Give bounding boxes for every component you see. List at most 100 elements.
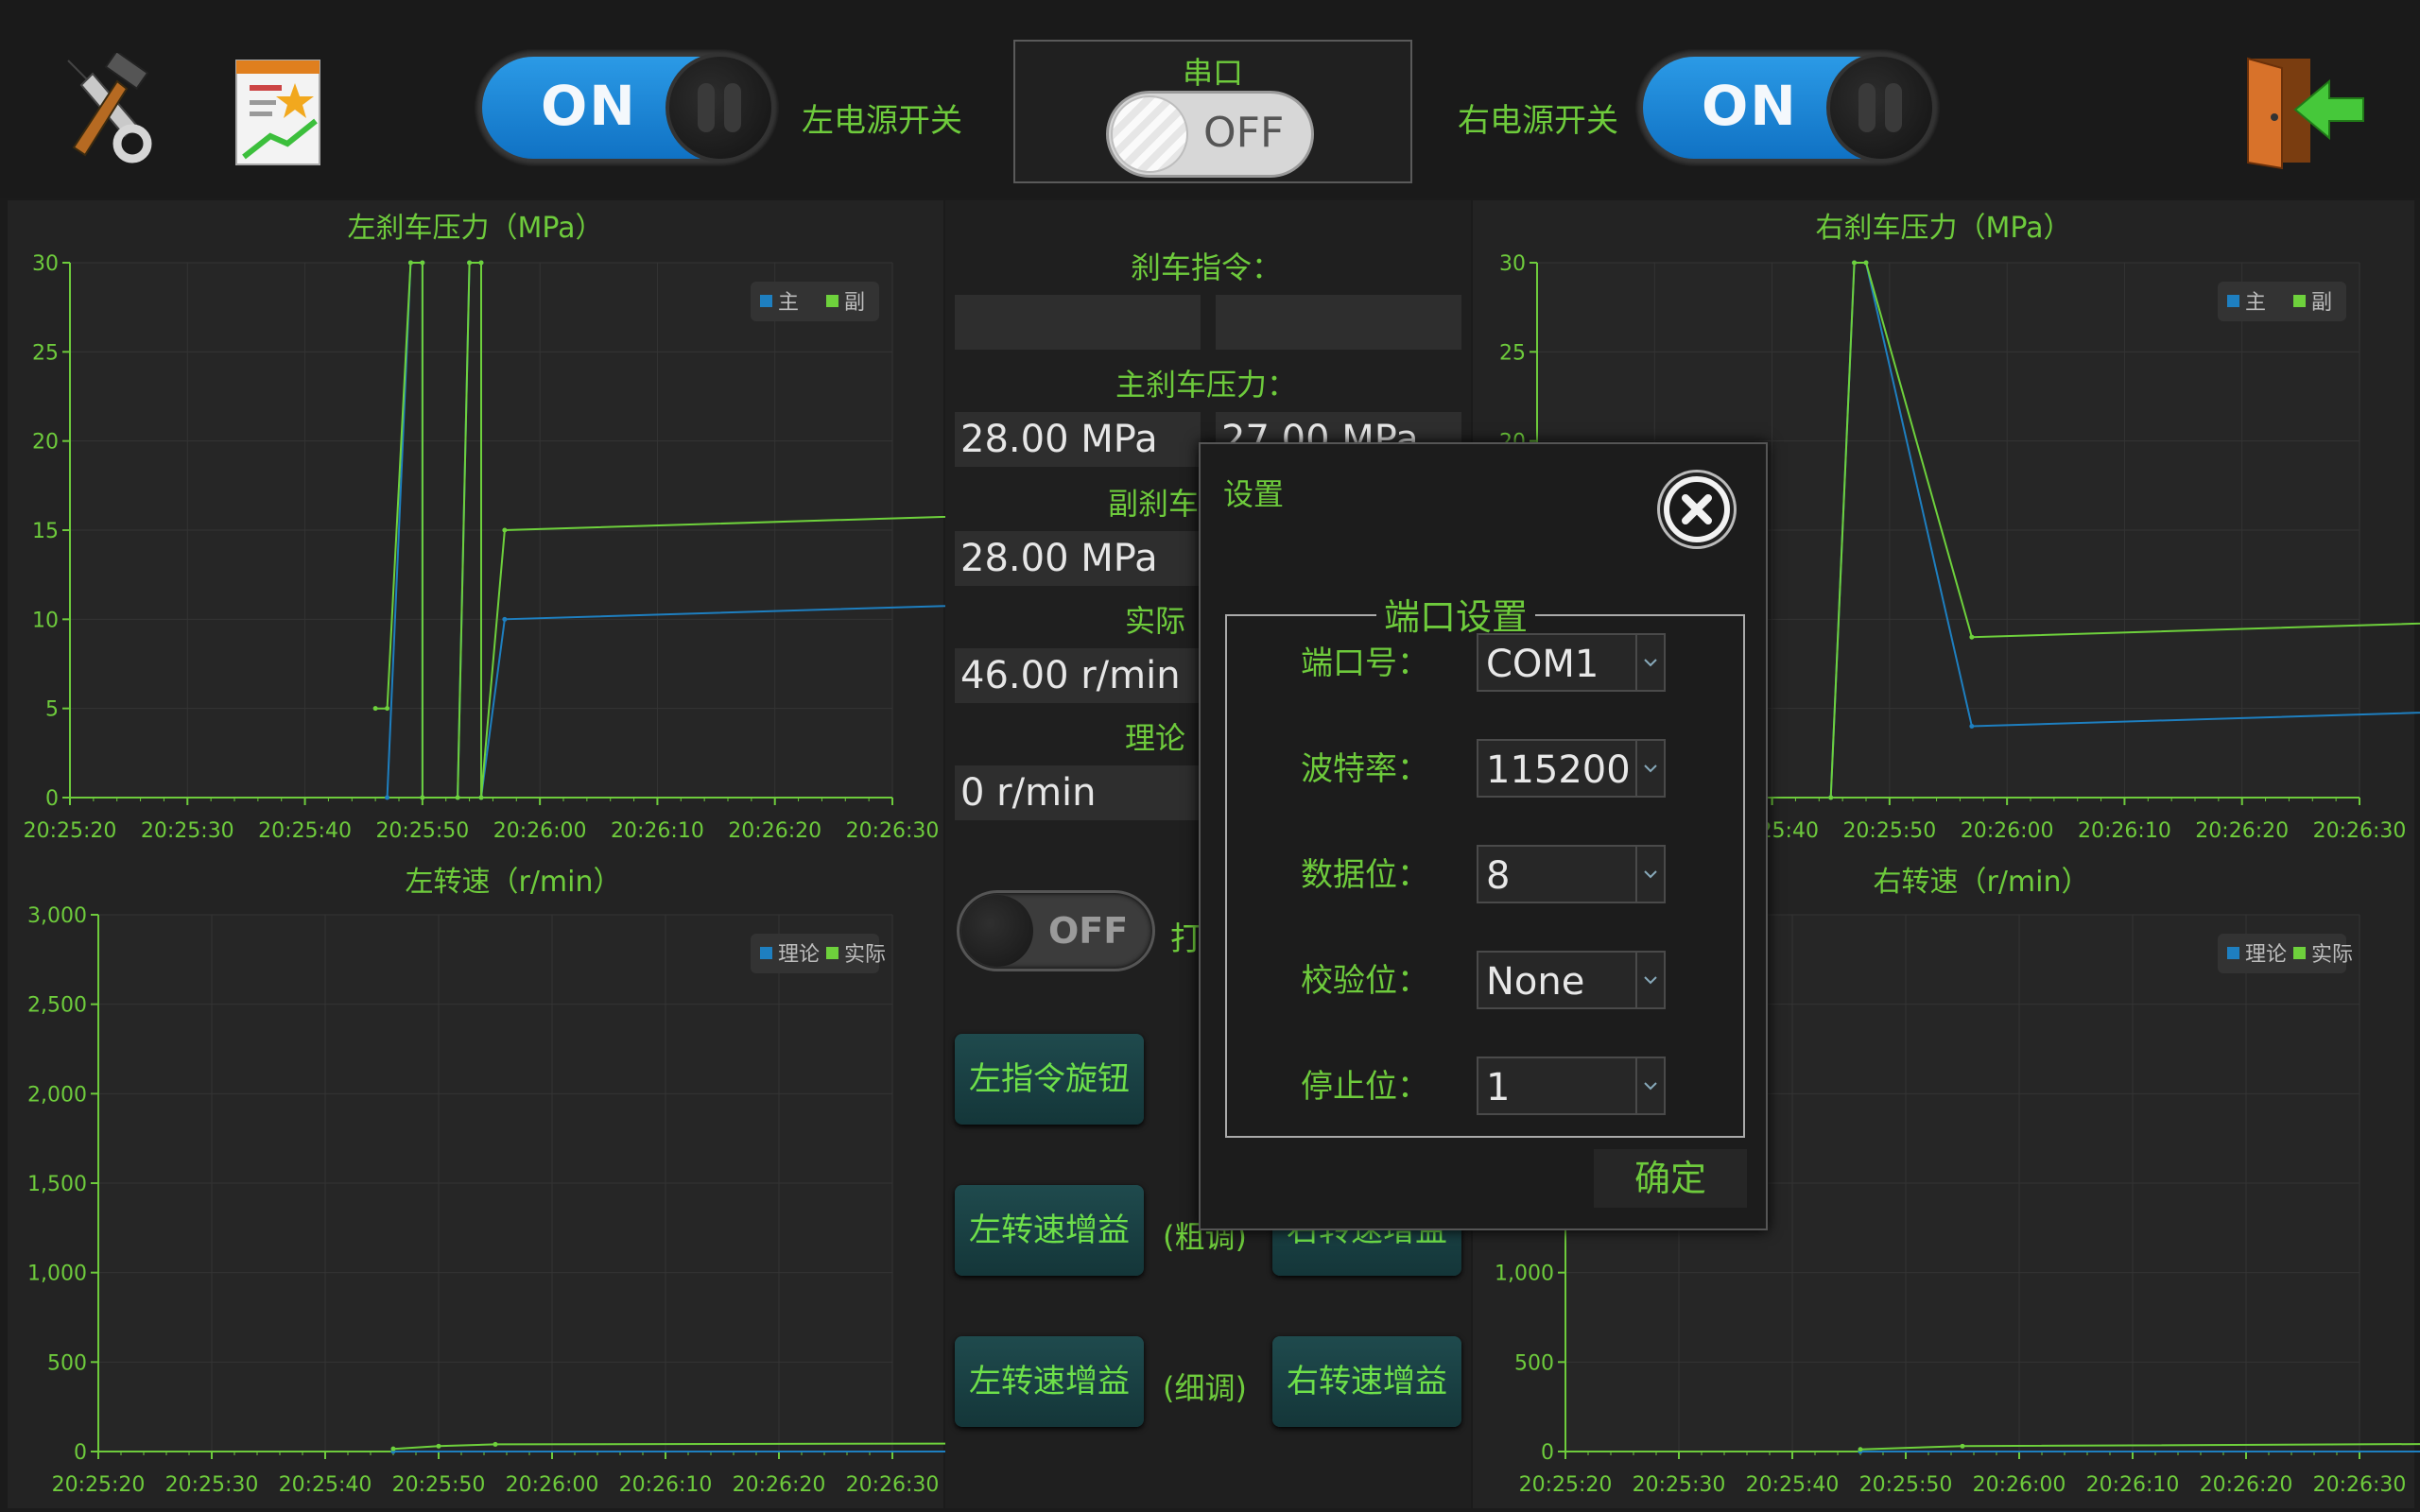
stopbits-label: 停止位： bbox=[1301, 1068, 1429, 1106]
report-icon[interactable] bbox=[233, 53, 327, 168]
fine-label: (细调) bbox=[1163, 1370, 1247, 1406]
serial-toggle[interactable]: OFF bbox=[1106, 91, 1314, 178]
y-tick-label: 2,500 bbox=[27, 994, 87, 1018]
x-tick-label: 20:26:20 bbox=[728, 819, 821, 843]
right-power-toggle[interactable]: ON bbox=[1635, 49, 1940, 166]
data-point bbox=[1828, 795, 1834, 800]
baud-select[interactable]: 115200 bbox=[1477, 739, 1666, 798]
x-tick-label: 20:25:40 bbox=[1746, 1473, 1840, 1497]
x-tick-label: 20:26:30 bbox=[846, 1473, 940, 1497]
y-tick-label: 15 bbox=[32, 520, 59, 543]
data-point bbox=[467, 260, 473, 266]
data-point bbox=[493, 1441, 498, 1447]
x-tick-label: 20:26:30 bbox=[2313, 1473, 2407, 1497]
x-tick-label: 20:25:20 bbox=[1519, 1473, 1613, 1497]
y-tick-label: 0 bbox=[74, 1441, 87, 1465]
y-tick-label: 1,500 bbox=[27, 1173, 87, 1196]
x-tick-label: 20:25:30 bbox=[141, 819, 234, 843]
data-point bbox=[420, 260, 425, 266]
theory-speed-label: 理论 bbox=[1125, 720, 1186, 756]
x-tick-label: 20:26:10 bbox=[619, 1473, 713, 1497]
x-tick-label: 20:26:00 bbox=[506, 1473, 599, 1497]
data-point bbox=[502, 616, 508, 622]
chart-title-right-pressure: 右刹车压力（MPa） bbox=[1815, 212, 2072, 245]
left-cmd-knob-button[interactable]: 左指令旋钮 bbox=[955, 1034, 1144, 1125]
data-point bbox=[385, 706, 390, 712]
y-tick-label: 30 bbox=[32, 252, 59, 276]
main-pressure-label: 主刹车压力： bbox=[1115, 367, 1297, 403]
tools-icon[interactable] bbox=[59, 49, 163, 166]
mode-toggle-label: 打 bbox=[1170, 920, 1202, 958]
data-point bbox=[478, 260, 484, 266]
x-tick-label: 20:26:30 bbox=[2313, 819, 2407, 843]
legend-swatch bbox=[2227, 295, 2239, 307]
left-gain-coarse-button[interactable]: 左转速增益 bbox=[955, 1185, 1144, 1276]
left-gain-fine-button[interactable]: 左转速增益 bbox=[955, 1336, 1144, 1427]
x-tick-label: 20:26:00 bbox=[1961, 819, 2054, 843]
y-tick-label: 25 bbox=[1499, 341, 1526, 365]
legend-swatch bbox=[760, 947, 772, 959]
data-point bbox=[407, 260, 413, 266]
right-gain-fine-button[interactable]: 右转速增益 bbox=[1272, 1336, 1461, 1427]
port-select[interactable]: COM1 bbox=[1477, 633, 1666, 692]
chevron-down-icon bbox=[1635, 635, 1664, 690]
x-tick-label: 20:25:20 bbox=[24, 819, 117, 843]
main-pressure-left-field: 28.00 MPa bbox=[955, 412, 1201, 467]
baud-label: 波特率： bbox=[1301, 750, 1429, 788]
y-tick-label: 3,000 bbox=[27, 904, 87, 928]
chart-title-left-pressure: 左刹车压力（MPa） bbox=[347, 212, 604, 245]
serial-group: 串口 OFF bbox=[1013, 40, 1412, 183]
y-tick-label: 2,000 bbox=[27, 1083, 87, 1107]
legend-swatch bbox=[2293, 947, 2306, 959]
brake-cmd-left-field bbox=[955, 295, 1201, 350]
close-icon bbox=[1669, 482, 1724, 537]
x-tick-label: 20:25:50 bbox=[1859, 1473, 1953, 1497]
data-point bbox=[390, 1446, 396, 1452]
y-tick-label: 500 bbox=[1514, 1351, 1554, 1375]
data-point bbox=[1858, 1447, 1863, 1452]
chart-title-left-speed: 左转速（r/min） bbox=[405, 866, 622, 899]
legend-label: 主 bbox=[2245, 291, 2266, 315]
left-power-toggle[interactable]: ON bbox=[475, 49, 779, 166]
data-point bbox=[1852, 260, 1858, 266]
databits-select[interactable]: 8 bbox=[1477, 845, 1666, 903]
data-point bbox=[1969, 724, 1975, 730]
brake-cmd-label: 刹车指令： bbox=[1130, 249, 1282, 285]
serial-label: 串口 bbox=[1182, 55, 1243, 91]
mode-toggle[interactable]: OFF bbox=[957, 890, 1155, 971]
close-button[interactable] bbox=[1660, 472, 1734, 546]
x-tick-label: 20:25:50 bbox=[392, 1473, 486, 1497]
y-tick-label: 20 bbox=[32, 431, 59, 455]
y-tick-label: 1,000 bbox=[1495, 1263, 1554, 1286]
data-point bbox=[455, 795, 460, 800]
y-tick-label: 1,000 bbox=[27, 1263, 87, 1286]
data-point bbox=[1969, 634, 1975, 640]
legend-swatch bbox=[2227, 947, 2239, 959]
chevron-down-icon bbox=[1635, 741, 1664, 796]
actual-speed-label: 实际 bbox=[1125, 603, 1186, 639]
y-tick-label: 0 bbox=[1541, 1441, 1554, 1465]
ok-button[interactable]: 确定 bbox=[1594, 1149, 1747, 1208]
legend-label: 理论 bbox=[2245, 943, 2287, 967]
parity-label: 校验位： bbox=[1301, 962, 1429, 1000]
data-point bbox=[420, 795, 425, 800]
x-tick-label: 20:26:10 bbox=[2086, 1473, 2180, 1497]
exit-icon[interactable] bbox=[2244, 53, 2367, 170]
legend-label: 主 bbox=[778, 291, 799, 315]
y-tick-label: 10 bbox=[32, 609, 59, 632]
legend-swatch bbox=[760, 295, 772, 307]
parity-select[interactable]: None bbox=[1477, 951, 1666, 1009]
x-tick-label: 20:25:30 bbox=[165, 1473, 259, 1497]
legend-label: 实际 bbox=[844, 943, 886, 967]
data-point bbox=[502, 527, 508, 533]
x-tick-label: 20:26:20 bbox=[2200, 1473, 2293, 1497]
port-settings-title: 端口设置 bbox=[1376, 588, 1536, 640]
x-tick-label: 20:25:50 bbox=[1842, 819, 1936, 843]
x-tick-label: 20:25:30 bbox=[1633, 1473, 1726, 1497]
chevron-down-icon bbox=[1635, 847, 1664, 902]
x-tick-label: 20:26:30 bbox=[846, 819, 940, 843]
legend-label: 副 bbox=[2311, 291, 2332, 315]
x-tick-label: 20:26:20 bbox=[733, 1473, 826, 1497]
data-point bbox=[385, 795, 390, 800]
stopbits-select[interactable]: 1 bbox=[1477, 1057, 1666, 1115]
